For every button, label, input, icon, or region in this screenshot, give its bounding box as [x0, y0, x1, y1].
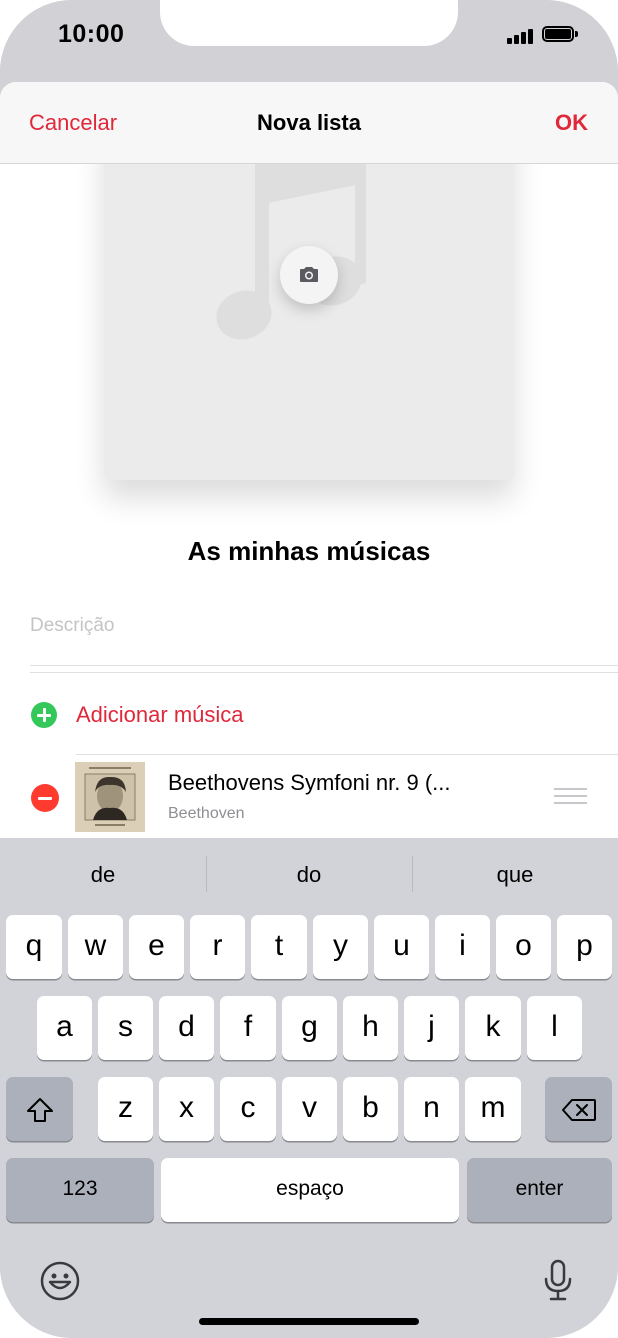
key-w[interactable]: w: [68, 915, 123, 979]
battery-cap: [575, 31, 578, 37]
key-e[interactable]: e: [129, 915, 184, 979]
key-i[interactable]: i: [435, 915, 490, 979]
key-q[interactable]: q: [6, 915, 62, 979]
key-f[interactable]: f: [220, 996, 276, 1060]
playlist-name-field[interactable]: As minhas músicas: [0, 536, 618, 567]
key-n[interactable]: n: [404, 1077, 459, 1141]
plus-circle-icon: [31, 702, 57, 728]
reorder-handle-icon[interactable]: [554, 788, 587, 804]
key-u[interactable]: u: [374, 915, 429, 979]
album-artwork: [75, 762, 145, 832]
status-time: 10:00: [58, 20, 125, 48]
remove-song-button[interactable]: [31, 784, 59, 812]
song-artist: Beethoven: [168, 805, 245, 822]
navigation-bar: Cancelar Nova lista OK: [0, 82, 618, 164]
status-bar: 10:00: [0, 0, 618, 82]
shift-key[interactable]: [6, 1077, 73, 1141]
numbers-key[interactable]: 123: [6, 1158, 154, 1222]
delete-key[interactable]: [545, 1077, 612, 1141]
divider: [76, 754, 618, 755]
cellular-signal-icon: [507, 28, 535, 44]
backspace-icon: [562, 1099, 596, 1121]
emoji-icon[interactable]: [40, 1261, 80, 1301]
key-y[interactable]: y: [313, 915, 368, 979]
description-field[interactable]: Descrição: [30, 615, 114, 637]
suggestion-item[interactable]: que: [412, 862, 618, 888]
battery-icon: [542, 26, 574, 42]
key-j[interactable]: j: [404, 996, 459, 1060]
keyboard: de do que q w e r t y u i o p a s d f g …: [0, 838, 618, 1338]
key-t[interactable]: t: [251, 915, 307, 979]
new-playlist-sheet: Cancelar Nova lista OK As minhas músicas: [0, 82, 618, 842]
key-g[interactable]: g: [282, 996, 337, 1060]
device-notch: [160, 0, 458, 46]
shift-icon: [27, 1098, 53, 1122]
camera-icon: [300, 267, 318, 282]
microphone-icon[interactable]: [542, 1259, 574, 1301]
song-title: Beethovens Symfoni nr. 9 (...: [168, 770, 451, 795]
suggestion-item[interactable]: do: [206, 862, 412, 888]
key-h[interactable]: h: [343, 996, 398, 1060]
suggestion-bar: de do que: [0, 838, 618, 914]
ok-button[interactable]: OK: [555, 110, 588, 136]
divider: [30, 665, 618, 666]
key-d[interactable]: d: [159, 996, 214, 1060]
add-music-label: Adicionar música: [76, 702, 244, 727]
key-m[interactable]: m: [465, 1077, 521, 1141]
music-note-icon: [216, 139, 366, 340]
key-z[interactable]: z: [98, 1077, 153, 1141]
key-a[interactable]: a: [37, 996, 92, 1060]
key-c[interactable]: c: [220, 1077, 276, 1141]
key-x[interactable]: x: [159, 1077, 214, 1141]
key-p[interactable]: p: [557, 915, 612, 979]
phone-screen: 10:00 Cancelar Nova lista OK As minhas m…: [0, 0, 618, 1338]
home-indicator[interactable]: [199, 1318, 419, 1325]
space-key[interactable]: espaço: [161, 1158, 459, 1222]
list-item[interactable]: Beethovens Symfoni nr. 9 (... Beethoven: [0, 758, 618, 842]
key-r[interactable]: r: [190, 915, 245, 979]
key-k[interactable]: k: [465, 996, 521, 1060]
playlist-artwork[interactable]: [104, 122, 514, 480]
add-photo-button[interactable]: [280, 246, 338, 304]
key-b[interactable]: b: [343, 1077, 398, 1141]
suggestion-item[interactable]: de: [0, 862, 206, 888]
key-o[interactable]: o: [496, 915, 551, 979]
enter-key[interactable]: enter: [467, 1158, 612, 1222]
key-s[interactable]: s: [98, 996, 153, 1060]
page-title: Nova lista: [257, 110, 361, 135]
divider: [30, 672, 618, 673]
key-v[interactable]: v: [282, 1077, 337, 1141]
key-l[interactable]: l: [527, 996, 582, 1060]
add-music-button[interactable]: Adicionar música: [0, 686, 618, 744]
